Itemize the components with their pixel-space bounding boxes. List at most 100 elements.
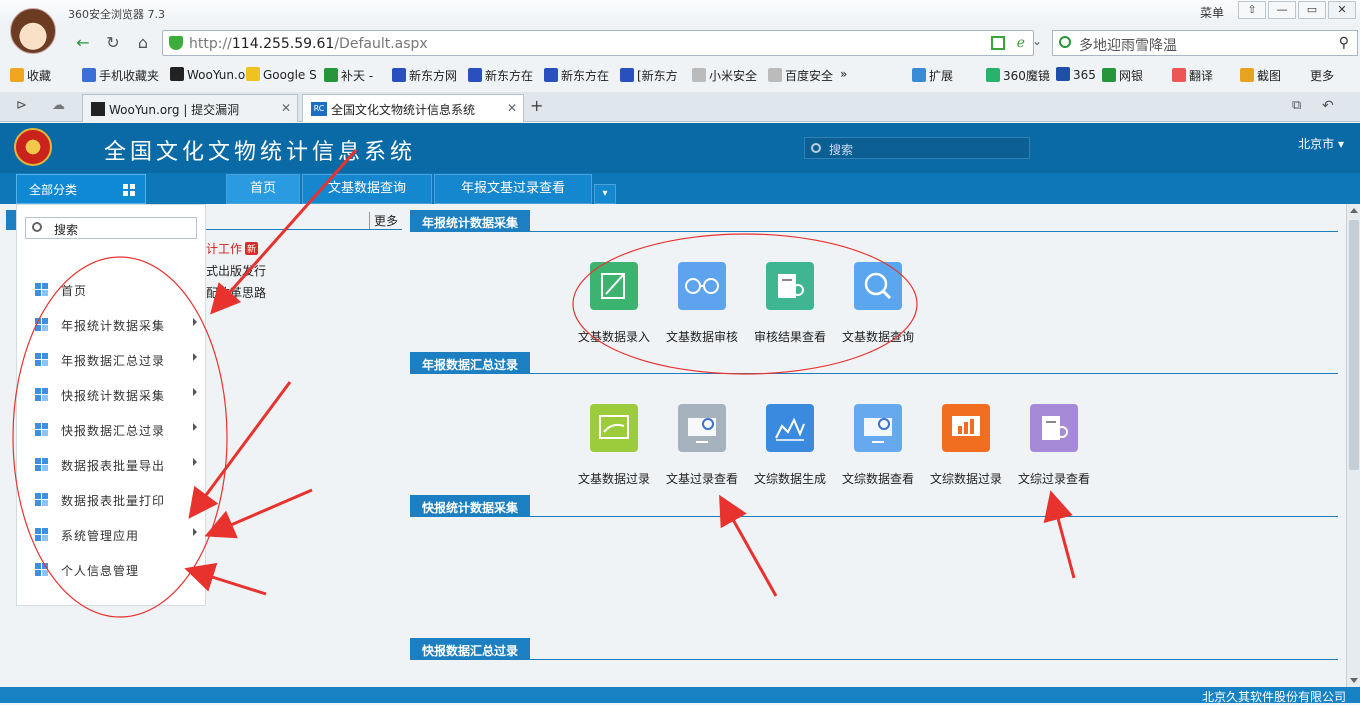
tab-wooyun[interactable]: WooYun.org | 提交漏洞 ✕ xyxy=(82,94,298,122)
sidebar-menu-item[interactable]: 年报统计数据采集 xyxy=(35,312,197,336)
function-tile[interactable]: 文基数据过录 xyxy=(566,404,662,494)
sidebar-item-label: 数据报表批量导出 xyxy=(61,459,166,473)
bookmark-item[interactable]: 新东方在 xyxy=(468,67,533,84)
bookmark-item[interactable]: [新东方 xyxy=(620,67,678,84)
function-tile[interactable]: 文综数据生成 xyxy=(742,404,838,494)
user-avatar[interactable] xyxy=(10,8,56,54)
tab-label: 全国文化文物统计信息系统 xyxy=(331,103,476,117)
function-tile[interactable]: 文综数据过录 xyxy=(918,404,1014,494)
module-grid-icon xyxy=(35,528,48,541)
news-item[interactable]: 式出版发行 xyxy=(206,262,266,279)
function-tile[interactable]: 文基数据审核 xyxy=(654,262,750,352)
refresh-icon[interactable]: ↻ xyxy=(100,31,126,55)
tab-wenji-query[interactable]: 文基数据查询 xyxy=(302,174,432,204)
close-tab-icon[interactable]: ✕ xyxy=(281,101,291,115)
minimize-button[interactable]: — xyxy=(1268,1,1296,19)
tab-home[interactable]: 首页 xyxy=(226,174,300,204)
search-engine-icon[interactable] xyxy=(1059,36,1071,48)
tab-annual-record-view[interactable]: 年报文基过录查看 xyxy=(434,174,592,204)
bookmark-icon xyxy=(692,68,706,82)
qr-code-icon[interactable] xyxy=(991,36,1005,50)
sidebar-item-label: 个人信息管理 xyxy=(61,564,140,578)
skin-button[interactable]: ⇧ xyxy=(1238,1,1266,19)
bookmark-item[interactable]: 百度安全 xyxy=(768,67,833,84)
toolbar-tool[interactable]: 扩展 xyxy=(912,67,953,84)
search-icon[interactable]: ⚲ xyxy=(1339,35,1349,51)
more-tabs-dropdown[interactable]: ▾ xyxy=(594,184,616,204)
magnifier-icon-glyph xyxy=(864,272,892,300)
function-tile[interactable]: 文综过录查看 xyxy=(1006,404,1102,494)
cloud-icon[interactable]: ☁ xyxy=(52,98,65,113)
function-tile[interactable]: 文基数据录入 xyxy=(566,262,662,352)
browser-menu-button[interactable]: 菜单 xyxy=(1200,4,1224,21)
bookmark-item[interactable]: 新东方在 xyxy=(544,67,609,84)
line-chart-icon-glyph xyxy=(775,417,805,441)
url-dropdown-icon[interactable]: ⌄ xyxy=(1032,34,1042,48)
module-grid-icon xyxy=(35,318,48,331)
address-bar[interactable]: http://114.255.59.61/Default.aspx ℯ xyxy=(162,30,1034,56)
sidebar-menu-item[interactable]: 数据报表批量导出 xyxy=(35,452,197,476)
bookmarks-overflow-icon[interactable]: » xyxy=(840,67,847,81)
bookmark-item[interactable]: 新东方网 xyxy=(392,67,457,84)
toolbar-tool[interactable]: 365 xyxy=(1056,67,1096,82)
sidebar-menu-item[interactable]: 快报数据汇总过录 xyxy=(35,417,197,441)
more-link[interactable]: 更多 xyxy=(368,212,398,229)
bookmark-item[interactable]: Google S xyxy=(246,67,317,82)
search-icon xyxy=(32,222,42,232)
all-categories-button[interactable]: 全部分类 xyxy=(16,174,146,204)
toolbar-tool[interactable]: 更多 xyxy=(1310,67,1334,84)
new-tab-icon[interactable]: + xyxy=(530,96,543,115)
url-path: /Default.aspx xyxy=(334,36,428,52)
sidebar-menu-item[interactable]: 个人信息管理 xyxy=(35,557,197,581)
sidebar-menu-item[interactable]: 年报数据汇总过录 xyxy=(35,347,197,371)
site-favicon-icon: RC xyxy=(311,102,327,116)
tool-label: 365 xyxy=(1073,68,1096,82)
function-tile[interactable]: 文基数据查询 xyxy=(830,262,926,352)
news-item[interactable]: 计工作新 xyxy=(206,240,259,257)
toolbar-tool[interactable]: 翻译 xyxy=(1172,67,1213,84)
bookmark-item[interactable]: 补天 - xyxy=(324,67,373,84)
chevron-right-icon xyxy=(193,353,197,361)
toolbar-tool[interactable]: 360魔镜 xyxy=(986,67,1050,84)
sidebar-menu-item[interactable]: 快报统计数据采集 xyxy=(35,382,197,406)
header-search-input[interactable]: 搜索 xyxy=(804,137,1030,159)
home-icon[interactable]: ⌂ xyxy=(130,31,156,55)
undo-close-icon[interactable]: ↶ xyxy=(1322,98,1334,114)
function-tile[interactable]: 文综数据查看 xyxy=(830,404,926,494)
city-selector[interactable]: 北京市 ▾ xyxy=(1298,135,1344,152)
close-window-button[interactable]: ✕ xyxy=(1328,1,1356,19)
back-arrow-icon[interactable]: ← xyxy=(70,31,96,55)
ie-mode-icon[interactable]: ℯ xyxy=(1017,35,1025,51)
bookmark-item[interactable]: 收藏 xyxy=(10,67,51,84)
news-item[interactable]: 配改革思路 xyxy=(206,284,266,301)
left-section-marker xyxy=(6,210,16,230)
search-box[interactable]: 多地迎雨雪降温 ⚲ xyxy=(1052,30,1358,56)
sidebar-menu-item[interactable]: 首页 xyxy=(35,277,197,301)
sidebar-search-input[interactable]: 搜索 xyxy=(25,217,197,239)
tab-list-icon[interactable]: ⧉ xyxy=(1292,98,1301,113)
sidebar-menu-item[interactable]: 数据报表批量打印 xyxy=(35,487,197,511)
function-tile[interactable]: 审核结果查看 xyxy=(742,262,838,352)
browser-titlebar: 360安全浏览器 7.3 菜单 ⇧ — ▭ ✕ xyxy=(0,0,1360,26)
tab-culture-system[interactable]: RC 全国文化文物统计信息系统 ✕ xyxy=(302,94,524,122)
sidebar-menu-item[interactable]: 系统管理应用 xyxy=(35,522,197,546)
tool-label: 截图 xyxy=(1257,69,1282,83)
wooyun-favicon-icon xyxy=(91,102,105,116)
scroll-down-icon[interactable] xyxy=(1350,678,1358,683)
browser-navbar: ← ↻ ⌂ http://114.255.59.61/Default.aspx … xyxy=(62,28,1358,58)
bookmark-item[interactable]: 手机收藏夹 xyxy=(82,67,159,84)
vertical-scrollbar[interactable] xyxy=(1346,204,1360,687)
scroll-up-icon[interactable] xyxy=(1350,208,1358,213)
doc-search-icon-glyph xyxy=(1042,416,1068,440)
toolbar-tool[interactable]: 截图 xyxy=(1240,67,1281,84)
close-tab-icon[interactable]: ✕ xyxy=(507,101,517,115)
scroll-thumb[interactable] xyxy=(1349,220,1359,470)
chevron-right-icon xyxy=(193,528,197,536)
bookmark-label: 小米安全 xyxy=(709,69,758,83)
maximize-button[interactable]: ▭ xyxy=(1298,1,1326,19)
toolbar-tool[interactable]: 网银 xyxy=(1102,67,1143,84)
bookmark-item[interactable]: WooYun.o xyxy=(170,67,245,82)
sidebar-toggle-icon[interactable]: ⊳ xyxy=(16,98,27,113)
bookmark-item[interactable]: 小米安全 xyxy=(692,67,757,84)
function-tile[interactable]: 文基过录查看 xyxy=(654,404,750,494)
